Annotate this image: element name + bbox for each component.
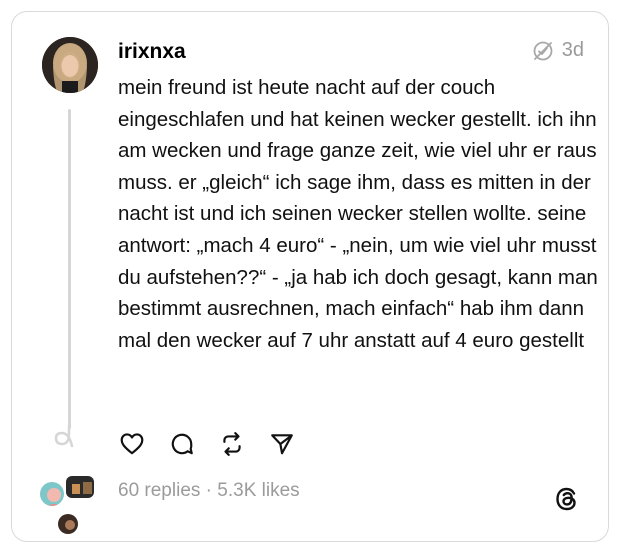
threads-logo[interactable] xyxy=(552,484,582,514)
repost-icon xyxy=(223,432,241,456)
post-meta: 3d xyxy=(532,39,584,62)
replier-avatar xyxy=(56,512,80,536)
author-avatar[interactable] xyxy=(42,37,98,93)
share-button[interactable] xyxy=(268,430,296,458)
thread-loop-icon xyxy=(54,424,74,448)
heart-icon xyxy=(120,433,144,455)
replier-avatar xyxy=(38,480,66,508)
comment-icon xyxy=(171,433,193,455)
avatar-image xyxy=(42,37,98,93)
replies-count[interactable]: 60 replies xyxy=(118,480,200,501)
replier-avatar-image xyxy=(66,476,94,498)
post-age: 3d xyxy=(561,39,584,61)
post-stats: 60 replies · 5.3K likes xyxy=(118,480,300,502)
clock-slash-icon xyxy=(533,41,553,60)
repost-button[interactable] xyxy=(218,430,246,458)
author-username[interactable]: irixnxa xyxy=(118,40,186,64)
stats-separator: · xyxy=(205,480,212,501)
replier-avatars xyxy=(38,474,108,544)
likes-count[interactable]: 5.3K likes xyxy=(217,480,299,501)
reply-button[interactable] xyxy=(168,430,196,458)
thread-line xyxy=(68,109,71,429)
replier-avatar-image xyxy=(58,514,78,534)
like-button[interactable] xyxy=(118,430,146,458)
send-icon xyxy=(271,434,293,455)
replier-avatar xyxy=(64,474,96,500)
action-bar xyxy=(118,430,296,458)
replier-avatar-image xyxy=(40,482,64,506)
post-card: irixnxa 3d mein freund ist heute nacht a… xyxy=(11,11,609,542)
post-body: mein freund ist heute nacht auf der couc… xyxy=(118,76,598,352)
